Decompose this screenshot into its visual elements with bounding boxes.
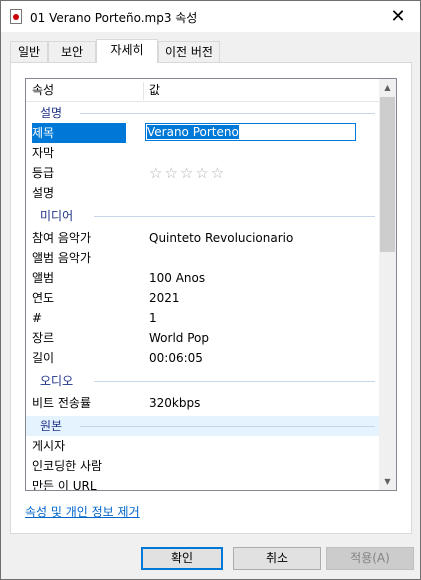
tab-security[interactable]: 보안 — [48, 41, 96, 62]
apply-button[interactable]: 적용(A) — [326, 547, 414, 570]
details-panel: 속성 값 설명 제목 Verano Porteno 자막 등급 ☆☆☆☆☆ 설명… — [10, 62, 412, 534]
row-length[interactable]: 길이 00:06:05 — [26, 348, 381, 368]
group-origin[interactable]: 원본 — [26, 416, 381, 436]
property-value[interactable]: 1 — [149, 308, 157, 328]
group-line — [94, 381, 375, 382]
column-header-property[interactable]: 속성 — [32, 79, 54, 101]
group-label: 설명 — [40, 106, 63, 120]
property-label: 설명 — [32, 186, 55, 200]
row-title[interactable]: 제목 Verano Porteno — [26, 123, 381, 143]
property-label: 앨범 — [32, 271, 55, 285]
row-rating[interactable]: 등급 ☆☆☆☆☆ — [26, 163, 381, 183]
tab-details[interactable]: 자세히 — [96, 39, 158, 63]
property-label: 연도 — [32, 291, 55, 305]
tab-general[interactable]: 일반 — [10, 41, 48, 62]
scroll-down-arrow-icon[interactable]: ▼ — [379, 473, 396, 490]
property-label: 장르 — [32, 331, 55, 345]
row-year[interactable]: 연도 2021 — [26, 288, 381, 308]
row-genre[interactable]: 장르 World Pop — [26, 328, 381, 348]
title-bar: 01 Verano Porteño.mp3 속성 ✕ — [1, 1, 420, 32]
row-publisher[interactable]: 게시자 — [26, 436, 381, 456]
row-album[interactable]: 앨범 100 Anos — [26, 268, 381, 288]
property-label: # — [32, 311, 43, 325]
row-author-url[interactable]: 만든 이 URL — [26, 476, 381, 491]
property-value[interactable]: 100 Anos — [149, 268, 205, 288]
close-icon[interactable]: ✕ — [376, 1, 420, 32]
title-edit-field[interactable]: Verano Porteno — [145, 123, 356, 141]
cancel-button[interactable]: 취소 — [233, 547, 321, 570]
title-value: Verano Porteno — [147, 125, 239, 139]
scrollbar-thumb[interactable] — [380, 97, 395, 252]
scroll-up-arrow-icon[interactable]: ▲ — [379, 79, 396, 96]
property-label: 길이 — [32, 351, 55, 365]
property-value[interactable]: World Pop — [149, 328, 209, 348]
row-track-number[interactable]: # 1 — [26, 308, 381, 328]
rating-stars[interactable]: ☆☆☆☆☆ — [149, 163, 226, 183]
row-bitrate[interactable]: 비트 전송률 320kbps — [26, 393, 381, 413]
column-header-value[interactable]: 값 — [149, 79, 160, 101]
property-label: 등급 — [32, 166, 55, 180]
property-label: 인코딩한 사람 — [32, 459, 103, 473]
group-description[interactable]: 설명 — [26, 103, 381, 123]
property-label: 자막 — [32, 146, 55, 160]
property-value: 320kbps — [149, 396, 201, 410]
property-label: 참여 음악가 — [32, 231, 92, 245]
property-label: 앨범 음악가 — [32, 251, 92, 265]
group-line — [94, 216, 375, 217]
row-subtitle[interactable]: 자막 — [26, 143, 381, 163]
group-label: 미디어 — [40, 209, 74, 223]
row-contributing-artists[interactable]: 참여 음악가 Quinteto Revolucionario — [26, 228, 381, 248]
property-label: 게시자 — [32, 439, 66, 453]
group-audio[interactable]: 오디오 — [26, 371, 381, 391]
group-line — [80, 113, 375, 114]
group-label: 오디오 — [40, 374, 74, 388]
group-line — [80, 426, 375, 427]
ok-button[interactable]: 확인 — [141, 547, 223, 570]
group-label: 원본 — [40, 419, 63, 433]
vertical-scrollbar[interactable]: ▲ ▼ — [379, 79, 396, 490]
properties-dialog: 01 Verano Porteño.mp3 속성 ✕ 일반 보안 자세히 이전 … — [0, 0, 421, 580]
property-value: 00:06:05 — [149, 351, 203, 365]
remove-properties-link[interactable]: 속성 및 개인 정보 제거 — [25, 503, 140, 520]
header-divider — [26, 101, 381, 102]
mp3-file-icon — [10, 9, 22, 24]
property-label: 제목 — [32, 123, 127, 143]
details-list[interactable]: 속성 값 설명 제목 Verano Porteno 자막 등급 ☆☆☆☆☆ 설명… — [25, 78, 397, 491]
property-value[interactable]: Quinteto Revolucionario — [149, 228, 293, 248]
group-media[interactable]: 미디어 — [26, 206, 381, 226]
row-encoded-by[interactable]: 인코딩한 사람 — [26, 456, 381, 476]
property-label: 비트 전송률 — [32, 396, 92, 410]
tab-previous-versions[interactable]: 이전 버전 — [158, 41, 220, 62]
window-title: 01 Verano Porteño.mp3 속성 — [30, 11, 198, 25]
property-value[interactable]: 2021 — [149, 288, 180, 308]
property-label: 만든 이 URL — [32, 479, 97, 491]
row-album-artist[interactable]: 앨범 음악가 — [26, 248, 381, 268]
column-divider[interactable] — [143, 82, 144, 100]
row-comments[interactable]: 설명 — [26, 183, 381, 203]
